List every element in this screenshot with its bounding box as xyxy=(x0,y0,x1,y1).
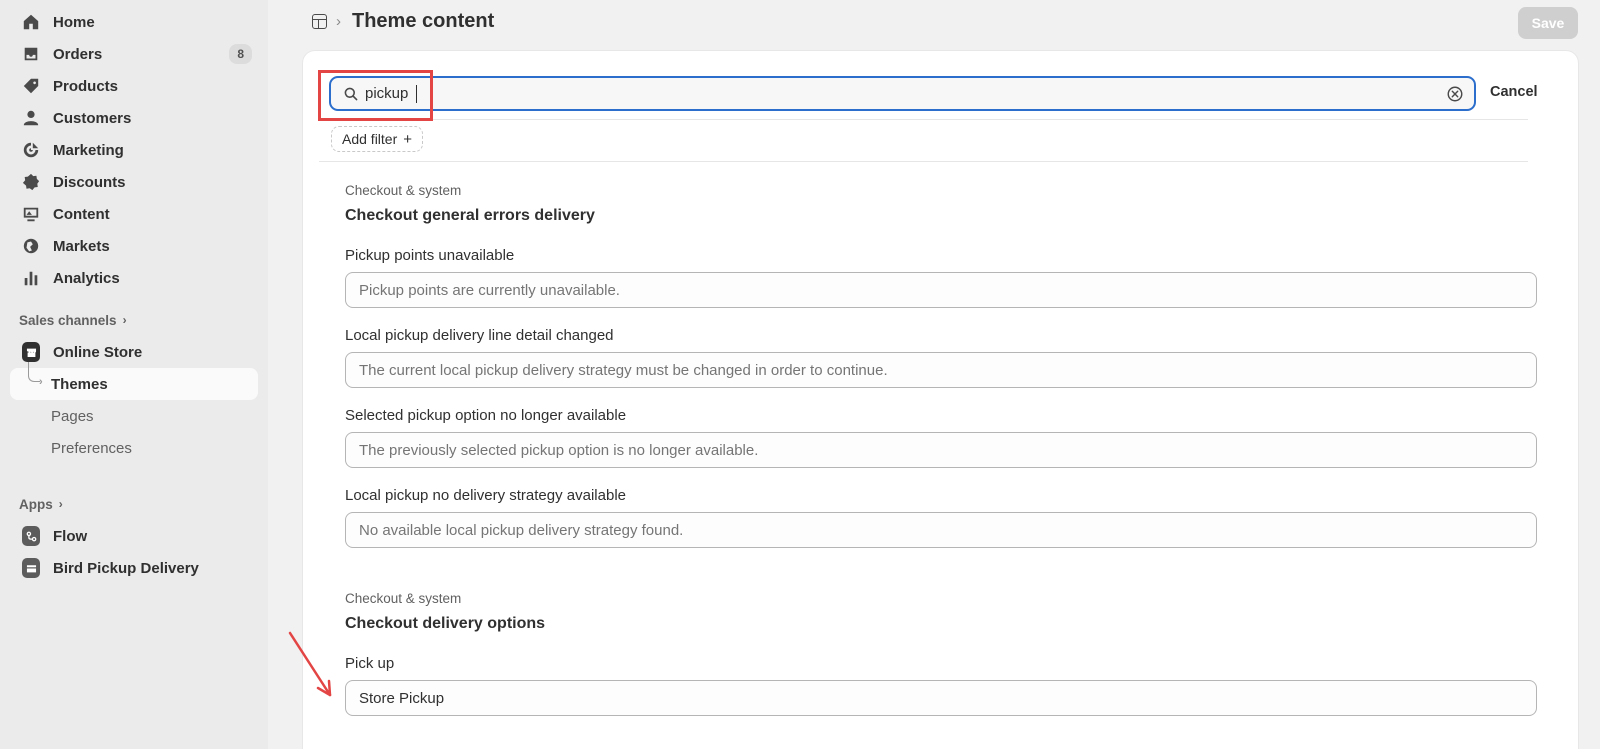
sidebar-item-label: Flow xyxy=(53,527,88,545)
tag-icon xyxy=(22,77,40,95)
field-label: Pick up xyxy=(345,655,395,672)
bar-chart-icon xyxy=(22,269,40,287)
content-field: Pick up xyxy=(345,655,1537,716)
search-input[interactable] xyxy=(365,82,1405,105)
sidebar-item-orders[interactable]: Orders 8 xyxy=(10,38,258,70)
sidebar-item-label: Customers xyxy=(53,109,132,127)
sidebar-item-home[interactable]: Home xyxy=(10,6,258,38)
search-highlight-annotation xyxy=(318,70,433,121)
pickup-points-unavailable-input[interactable] xyxy=(345,272,1537,308)
sidebar-item-marketing[interactable]: Marketing xyxy=(10,134,258,166)
selected-pickup-option-unavailable-input[interactable] xyxy=(345,432,1537,468)
add-filter-label: Add filter xyxy=(342,131,398,147)
sidebar-item-label: Bird Pickup Delivery xyxy=(53,559,199,577)
theme-layout-icon[interactable] xyxy=(312,14,327,29)
sidebar-item-label: Discounts xyxy=(53,173,126,191)
sidebar-item-online-store[interactable]: Online Store xyxy=(10,336,258,368)
sidebar-item-label: Markets xyxy=(53,237,110,255)
bird-app-icon xyxy=(22,558,40,578)
sidebar-item-discounts[interactable]: Discounts xyxy=(10,166,258,198)
sidebar-item-customers[interactable]: Customers xyxy=(10,102,258,134)
sidebar: Home Orders 8 Products Customers Marketi… xyxy=(0,0,268,749)
group-title: Checkout delivery options xyxy=(345,615,546,632)
sidebar-item-label: Marketing xyxy=(53,141,124,159)
sales-channels-label: Sales channels xyxy=(19,312,117,328)
group-category: Checkout & system xyxy=(345,183,462,198)
content-field: Selected pickup option no longer availab… xyxy=(345,407,1537,468)
add-filter-button[interactable]: Add filter + xyxy=(331,126,424,152)
globe-icon xyxy=(22,237,40,255)
sales-channels-header[interactable]: Sales channels › xyxy=(10,304,258,336)
chevron-right-icon: › xyxy=(58,497,63,511)
inbox-icon xyxy=(22,45,40,63)
field-label: Local pickup no delivery strategy availa… xyxy=(345,487,626,504)
divider xyxy=(319,119,1528,120)
sidebar-item-label: Content xyxy=(53,205,110,223)
discount-icon xyxy=(22,173,40,191)
branch-arrow-icon: › xyxy=(39,376,43,388)
cancel-button[interactable]: Cancel xyxy=(1490,84,1538,100)
content-field: Local pickup delivery line detail change… xyxy=(345,327,1537,388)
sidebar-item-markets[interactable]: Markets xyxy=(10,230,258,262)
sidebar-item-label: Analytics xyxy=(53,269,120,287)
local-pickup-no-strategy-input[interactable] xyxy=(345,512,1537,548)
field-label: Selected pickup option no longer availab… xyxy=(345,407,627,424)
content-group: Checkout & system Checkout general error… xyxy=(345,183,1537,225)
home-icon xyxy=(22,13,40,31)
group-title: Checkout general errors delivery xyxy=(345,207,595,224)
apps-label: Apps xyxy=(19,496,53,512)
content-group: Checkout & system Checkout delivery opti… xyxy=(345,591,1537,633)
save-button[interactable]: Save xyxy=(1518,7,1578,39)
divider xyxy=(319,161,1528,162)
sidebar-item-label: Online Store xyxy=(53,343,143,361)
pick-up-input[interactable] xyxy=(345,680,1537,716)
content-icon xyxy=(22,205,40,223)
sidebar-item-label: Home xyxy=(53,13,95,31)
page-title: Theme content xyxy=(352,10,495,32)
sidebar-item-pages[interactable]: Pages xyxy=(10,400,258,432)
apps-header[interactable]: Apps › xyxy=(10,488,258,520)
page-header: › Theme content Save xyxy=(268,0,1600,44)
sidebar-item-flow[interactable]: Flow xyxy=(10,520,258,552)
clear-search-icon[interactable] xyxy=(1446,85,1464,103)
sidebar-item-products[interactable]: Products xyxy=(10,70,258,102)
arrow-annotation-icon xyxy=(288,631,332,697)
flow-app-icon xyxy=(22,526,40,546)
breadcrumb-chevron-icon: › xyxy=(336,13,341,30)
sidebar-item-themes[interactable]: › Themes xyxy=(10,362,258,400)
theme-content-card: Cancel Add filter + Checkout & system Ch… xyxy=(303,51,1578,749)
sidebar-item-label: Products xyxy=(53,77,119,95)
sidebar-item-label: Themes xyxy=(51,375,108,393)
sidebar-item-bird-pickup-delivery[interactable]: Bird Pickup Delivery xyxy=(10,552,258,584)
plus-icon: + xyxy=(403,130,413,148)
sidebar-item-analytics[interactable]: Analytics xyxy=(10,262,258,294)
store-icon xyxy=(22,342,40,362)
field-label: Local pickup delivery line detail change… xyxy=(345,327,614,344)
content-field: Pickup points unavailable xyxy=(345,247,1537,308)
field-label: Pickup points unavailable xyxy=(345,247,515,264)
local-pickup-line-detail-changed-input[interactable] xyxy=(345,352,1537,388)
sidebar-item-label: Pages xyxy=(51,407,94,425)
sidebar-item-label: Preferences xyxy=(51,439,132,457)
content-field: Local pickup no delivery strategy availa… xyxy=(345,487,1537,548)
sidebar-item-content[interactable]: Content xyxy=(10,198,258,230)
sidebar-item-label: Orders xyxy=(53,45,103,63)
group-category: Checkout & system xyxy=(345,591,462,606)
orders-count-badge: 8 xyxy=(229,44,252,64)
sidebar-item-preferences[interactable]: Preferences xyxy=(10,432,258,464)
search-field[interactable] xyxy=(329,76,1476,111)
target-icon xyxy=(22,141,40,159)
person-icon xyxy=(22,109,40,127)
chevron-right-icon: › xyxy=(122,313,127,327)
